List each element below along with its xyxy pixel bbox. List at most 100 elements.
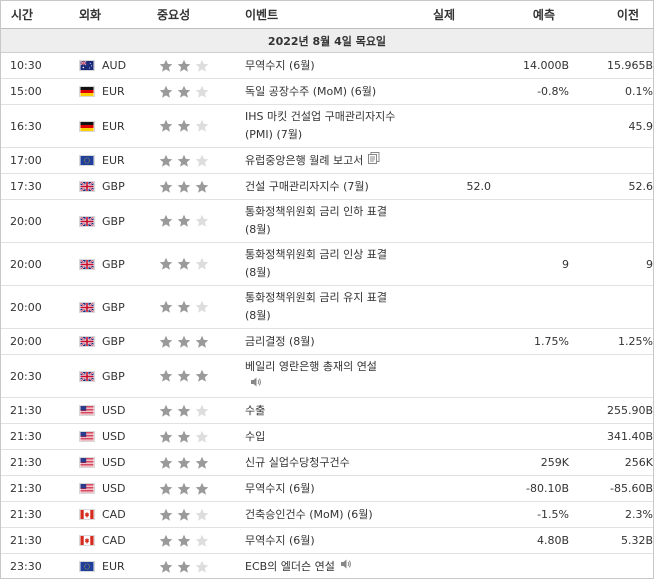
star-filled-icon: [177, 214, 191, 228]
event-currency: CAD: [102, 508, 126, 521]
event-currency: EUR: [102, 154, 125, 167]
table-row[interactable]: 21:30 USD 신규 실업수당청구건수 259K 256K: [1, 450, 653, 476]
date-label: 2022년 8월 4일 목요일: [267, 34, 387, 48]
event-name[interactable]: 유럽중앙은행 월례 보고서: [245, 154, 363, 167]
importance-stars: [157, 59, 245, 73]
previous-value: 0.1%: [625, 85, 653, 98]
table-row[interactable]: 15:00 EUR 독일 공장수주 (MoM) (6월) -0.8% 0.1%: [1, 79, 653, 105]
star-filled-icon: [159, 119, 173, 133]
event-name[interactable]: 무역수지 (6월): [245, 59, 315, 72]
event-time: 20:00: [10, 335, 42, 348]
event-name[interactable]: 무역수지 (6월): [245, 534, 315, 547]
event-name[interactable]: 베일리 영란은행 총재의 연설: [245, 360, 377, 373]
event-name-continued[interactable]: (8월): [245, 223, 271, 236]
event-name[interactable]: 건설 구매관리자지수 (7월): [245, 180, 369, 193]
event-name[interactable]: 신규 실업수당청구건수: [245, 456, 350, 469]
event-cell: 통화정책위원회 금리 인상 표결 (8월): [245, 246, 433, 282]
table-row[interactable]: 20:00 GBP 통화정책위원회 금리 인상 표결 (8월) 9 9: [1, 243, 653, 286]
event-name[interactable]: IHS 마킷 건설업 구매관리자지수: [245, 110, 395, 123]
star-filled-icon: [159, 257, 173, 271]
importance-stars: [157, 119, 245, 133]
star-empty-icon: [195, 534, 209, 548]
event-currency: EUR: [102, 560, 125, 573]
event-cell: 무역수지 (6월): [245, 480, 433, 498]
event-name[interactable]: 건축승인건수 (MoM) (6월): [245, 508, 373, 521]
star-filled-icon: [177, 154, 191, 168]
event-name[interactable]: 수출: [245, 404, 265, 417]
event-time: 20:00: [10, 257, 42, 271]
gb-flag: [79, 258, 97, 270]
event-name-continued[interactable]: (8월): [245, 266, 271, 279]
importance-stars: [157, 180, 245, 194]
forecast-value: 14.000B: [522, 59, 569, 72]
star-empty-icon: [195, 119, 209, 133]
event-cell: 건설 구매관리자지수 (7월): [245, 178, 433, 196]
star-empty-icon: [195, 154, 209, 168]
table-row[interactable]: 21:30 USD 수입 341.40B: [1, 424, 653, 450]
previous-value: -85.60B: [609, 482, 653, 495]
event-name-continued[interactable]: (PMI) (7월): [245, 128, 302, 141]
gb-flag: [79, 301, 97, 313]
previous-value: 1.25%: [618, 335, 653, 348]
table-row[interactable]: 20:00 GBP 금리결정 (8월) 1.75% 1.25%: [1, 329, 653, 355]
importance-stars: [157, 300, 245, 314]
star-filled-icon: [195, 482, 209, 496]
event-cell: 통화정책위원회 금리 인하 표결 (8월): [245, 203, 433, 239]
event-cell: 수출: [245, 402, 433, 420]
table-row[interactable]: 17:00 EUR 유럽중앙은행 월례 보고서: [1, 148, 653, 174]
event-name[interactable]: ECB의 엘더슨 연설: [245, 560, 335, 573]
header-actual[interactable]: 실제: [433, 6, 477, 23]
table-row[interactable]: 21:30 USD 무역수지 (6월) -80.10B -85.60B: [1, 476, 653, 502]
event-time: 20:00: [10, 214, 42, 228]
star-filled-icon: [159, 534, 173, 548]
star-filled-icon: [177, 508, 191, 522]
star-filled-icon: [177, 59, 191, 73]
table-row[interactable]: 21:30 CAD 무역수지 (6월) 4.80B 5.32B: [1, 528, 653, 554]
star-filled-icon: [195, 456, 209, 470]
importance-stars: [157, 335, 245, 349]
previous-value: 45.9: [628, 119, 654, 133]
importance-stars: [157, 560, 245, 574]
table-row[interactable]: 20:30 GBP 베일리 영란은행 총재의 연설: [1, 355, 653, 398]
event-name[interactable]: 통화정책위원회 금리 인하 표결: [245, 205, 387, 218]
event-cell: IHS 마킷 건설업 구매관리자지수 (PMI) (7월): [245, 108, 433, 144]
event-time: 17:30: [10, 180, 42, 193]
table-row[interactable]: 23:30 EUR ECB의 엘더슨 연설: [1, 554, 653, 579]
star-filled-icon: [159, 85, 173, 99]
event-name[interactable]: 금리결정 (8월): [245, 335, 315, 348]
star-filled-icon: [159, 59, 173, 73]
star-empty-icon: [195, 214, 209, 228]
table-row[interactable]: 20:00 GBP 통화정책위원회 금리 유지 표결 (8월): [1, 286, 653, 329]
table-row[interactable]: 17:30 GBP 건설 구매관리자지수 (7월) 52.0 52.6: [1, 174, 653, 200]
event-name[interactable]: 통화정책위원회 금리 인상 표결: [245, 248, 387, 261]
event-name[interactable]: 수입: [245, 430, 265, 443]
star-filled-icon: [177, 300, 191, 314]
event-time: 17:00: [10, 154, 42, 167]
header-event[interactable]: 이벤트: [245, 6, 433, 24]
header-currency[interactable]: 외화: [79, 6, 157, 23]
header-time[interactable]: 시간: [1, 6, 61, 23]
header-previous[interactable]: 이전: [555, 6, 639, 23]
importance-stars: [157, 508, 245, 522]
event-name[interactable]: 무역수지 (6월): [245, 482, 315, 495]
event-cell: 유럽중앙은행 월례 보고서: [245, 151, 433, 170]
header-forecast[interactable]: 예측: [477, 6, 555, 23]
table-row[interactable]: 21:30 CAD 건축승인건수 (MoM) (6월) -1.5% 2.3%: [1, 502, 653, 528]
event-name[interactable]: 독일 공장수주 (MoM) (6월): [245, 85, 376, 98]
importance-stars: [157, 430, 245, 444]
star-filled-icon: [159, 404, 173, 418]
header-importance[interactable]: 중요성: [157, 6, 245, 23]
star-filled-icon: [177, 560, 191, 574]
ca-flag: [79, 535, 97, 546]
event-name-continued[interactable]: (8월): [245, 309, 271, 322]
forecast-value: 259K: [540, 456, 569, 469]
event-time: 16:30: [10, 119, 42, 133]
event-cell: ECB의 엘더슨 연설: [245, 558, 433, 576]
table-row[interactable]: 10:30 AUD 무역수지 (6월) 14.000B 15.965B: [1, 53, 653, 79]
table-row[interactable]: 20:00 GBP 통화정책위원회 금리 인하 표결 (8월): [1, 200, 653, 243]
event-rows: 10:30 AUD 무역수지 (6월) 14.000B 15.965B 15:00 EUR 독…: [1, 53, 653, 579]
table-row[interactable]: 21:30 USD 수출 255.90B: [1, 398, 653, 424]
star-empty-icon: [195, 85, 209, 99]
table-row[interactable]: 16:30 EUR IHS 마킷 건설업 구매관리자지수 (PMI) (7월) 45.9: [1, 105, 653, 148]
event-name[interactable]: 통화정책위원회 금리 유지 표결: [245, 291, 387, 304]
